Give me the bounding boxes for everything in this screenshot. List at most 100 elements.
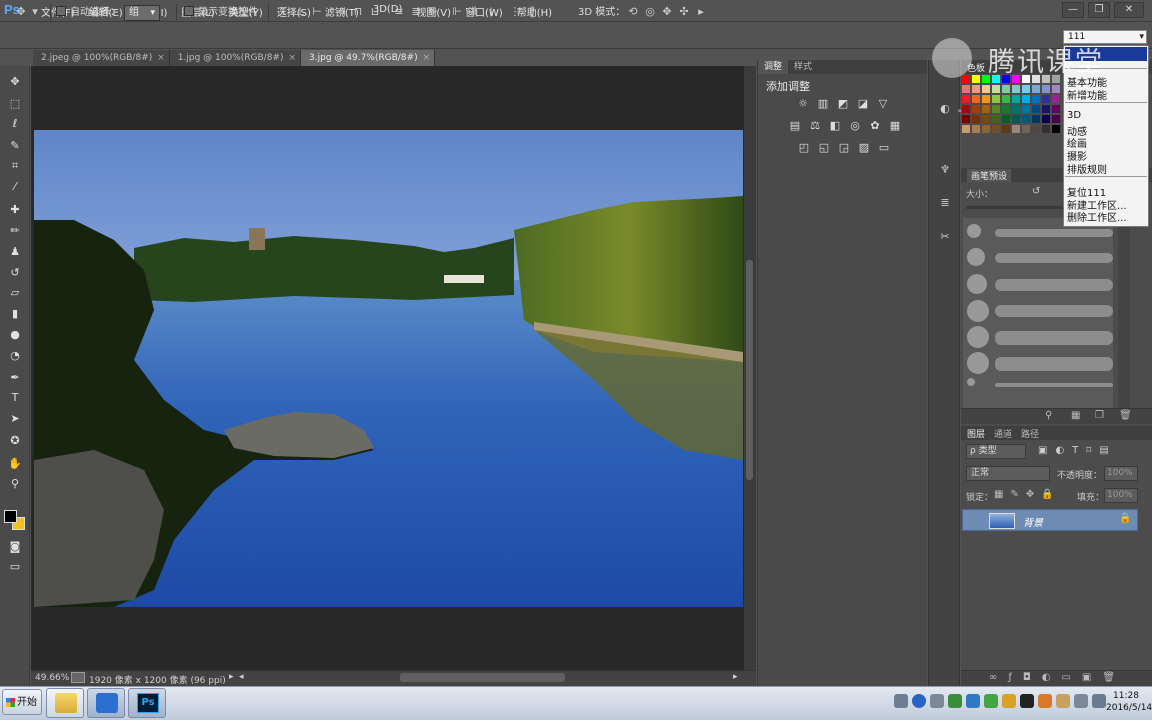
- scroll-right-icon[interactable]: ▸: [733, 672, 738, 682]
- layer-filter-select[interactable]: ρ 类型: [966, 444, 1026, 459]
- tray-app-icon[interactable]: [948, 694, 962, 708]
- workspace-menu-item[interactable]: 排版规则: [1067, 161, 1107, 176]
- vibrance-icon[interactable]: ▽: [876, 97, 890, 110]
- tray-app-icon[interactable]: [1092, 694, 1106, 708]
- start-button[interactable]: 开始: [2, 689, 42, 715]
- swatch[interactable]: [962, 105, 970, 113]
- document-tab[interactable]: 2.jpeg @ 100%(RGB/8#) ×: [33, 50, 170, 66]
- swatch[interactable]: [1012, 85, 1020, 93]
- tray-app-icon[interactable]: [1056, 694, 1070, 708]
- brush-preset[interactable]: [967, 300, 1113, 322]
- tab-close-button[interactable]: ×: [423, 53, 431, 63]
- adjustments-tab[interactable]: 样式: [788, 60, 818, 74]
- mode-3d-icon[interactable]: ✥: [660, 5, 674, 19]
- help-icon[interactable]: [912, 694, 926, 708]
- swatch[interactable]: [972, 95, 980, 103]
- swatch[interactable]: [962, 115, 970, 123]
- swatch[interactable]: [1042, 85, 1050, 93]
- history-brush-icon[interactable]: ↺: [8, 266, 22, 280]
- workspace-menu-item[interactable]: 新增功能: [1067, 87, 1107, 102]
- lasso-tool-icon[interactable]: ℓ: [8, 117, 22, 131]
- type-tool-icon[interactable]: T: [8, 391, 22, 405]
- brush-icon[interactable]: ♆: [938, 163, 952, 177]
- brush-preset-list[interactable]: [963, 218, 1113, 408]
- exposure-icon[interactable]: ◪: [856, 97, 870, 110]
- show-transform-checkbox[interactable]: 显示变换控件: [184, 5, 258, 21]
- swatch[interactable]: [1002, 105, 1010, 113]
- mode-3d-icon[interactable]: ▸: [694, 5, 708, 19]
- eyedropper-icon[interactable]: ⁄: [8, 180, 22, 194]
- swatch[interactable]: [1012, 105, 1020, 113]
- threshold-icon[interactable]: ◲: [837, 141, 851, 154]
- layers-tab[interactable]: 图层: [967, 427, 985, 440]
- fill-input[interactable]: 100%: [1104, 488, 1138, 503]
- swatch[interactable]: [992, 85, 1000, 93]
- swatch[interactable]: [972, 105, 980, 113]
- align-icon[interactable]: ⊣: [334, 5, 348, 19]
- document-tab[interactable]: 1.jpg @ 100%(RGB/8#) ×: [169, 50, 302, 66]
- align-icon[interactable]: ⊔: [368, 5, 382, 19]
- color-balance-icon[interactable]: ⚖: [808, 119, 822, 132]
- align-icon[interactable]: ≣: [409, 5, 423, 19]
- shape-tool-icon[interactable]: ✪: [8, 434, 22, 448]
- swatch[interactable]: [1012, 95, 1020, 103]
- levels-icon[interactable]: ▥: [816, 97, 830, 110]
- align-icon[interactable]: ≡: [392, 5, 406, 19]
- crop-tool-icon[interactable]: ⌗: [8, 159, 22, 173]
- swatch[interactable]: [1012, 115, 1020, 123]
- tab-close-button[interactable]: ×: [288, 53, 296, 63]
- delete-icon[interactable]: 🗑: [1119, 410, 1132, 421]
- zoom-level[interactable]: 49.66%: [35, 673, 69, 683]
- scroll-left-icon[interactable]: ◂: [239, 672, 244, 682]
- swatch[interactable]: [1022, 125, 1030, 133]
- path-select-icon[interactable]: ➤: [8, 412, 22, 426]
- swatch[interactable]: [1042, 125, 1050, 133]
- hue-saturation-icon[interactable]: ▤: [788, 119, 802, 132]
- layer-row-background[interactable]: 背景 🔒: [962, 509, 1138, 531]
- new-preset-icon[interactable]: ❐: [1095, 410, 1104, 421]
- pen-tool-icon[interactable]: ✒: [8, 371, 22, 385]
- reset-size-icon[interactable]: ↺: [1032, 186, 1040, 197]
- keyboard-icon[interactable]: [894, 694, 908, 708]
- swatch[interactable]: [992, 115, 1000, 123]
- volume-icon[interactable]: [1074, 694, 1088, 708]
- qq-icon[interactable]: [1020, 694, 1034, 708]
- layer-action-icons[interactable]: ∞ƒ◘◐▭▣🗑: [989, 672, 1126, 683]
- align-icon[interactable]: ⊪: [426, 5, 440, 19]
- align-icon[interactable]: ⊥: [293, 5, 307, 19]
- brightness-icon[interactable]: ☼: [796, 97, 810, 110]
- swatch[interactable]: [1032, 115, 1040, 123]
- layers-tab[interactable]: 路径: [1021, 427, 1039, 440]
- close-button[interactable]: ✕: [1114, 2, 1144, 18]
- swatches-grid[interactable]: [961, 74, 1061, 144]
- brush-preset[interactable]: [967, 352, 1113, 374]
- auto-select-dropdown[interactable]: 组: [124, 5, 160, 21]
- tab-close-button[interactable]: ×: [157, 53, 165, 63]
- network-icon[interactable]: [930, 694, 944, 708]
- layer-filter-icons[interactable]: ▣◐T⌑▤: [1038, 445, 1117, 456]
- swatch[interactable]: [1042, 95, 1050, 103]
- tray-app-icon[interactable]: [984, 694, 998, 708]
- toggle-brush-panel-icon[interactable]: ⚲: [1045, 410, 1052, 421]
- brush-list-scrollbar[interactable]: [1118, 218, 1130, 408]
- zoom-tool-icon[interactable]: ⚲: [8, 477, 22, 491]
- brush-preset[interactable]: [967, 274, 1113, 294]
- mode-3d-icon[interactable]: ✣: [677, 5, 691, 19]
- clone-source-icon[interactable]: ≣: [938, 196, 952, 210]
- adjustments-tab[interactable]: 调整: [758, 60, 789, 74]
- swatch[interactable]: [1032, 85, 1040, 93]
- clock[interactable]: 11:28 2016/5/14: [1106, 690, 1152, 714]
- black-white-icon[interactable]: ◧: [828, 119, 842, 132]
- move-tool-icon[interactable]: ✥: [8, 75, 22, 89]
- curves-icon[interactable]: ◩: [836, 97, 850, 110]
- taskbar-chat[interactable]: [87, 688, 125, 718]
- swatch[interactable]: [962, 85, 970, 93]
- color-lookup-icon[interactable]: ▦: [888, 119, 902, 132]
- align-icon[interactable]: ⋮: [508, 5, 522, 19]
- maximize-button[interactable]: ❐: [1088, 2, 1110, 18]
- swatch[interactable]: [1002, 85, 1010, 93]
- swatch[interactable]: [1032, 125, 1040, 133]
- shield-icon[interactable]: [966, 694, 980, 708]
- swatch[interactable]: [1042, 115, 1050, 123]
- brush-preset[interactable]: [967, 248, 1113, 266]
